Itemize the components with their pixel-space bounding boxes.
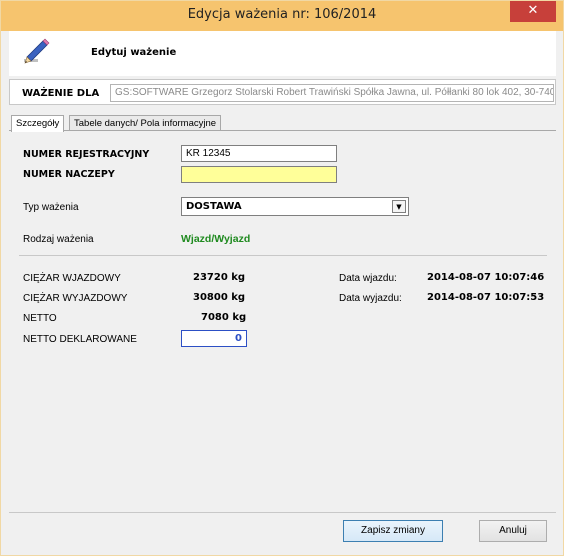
weighing-kind-label: Rodzaj ważenia [23, 234, 94, 245]
tab-details[interactable]: Szczegóły [11, 115, 65, 132]
weighing-type-label: Typ ważenia [23, 202, 79, 213]
exit-date-label: Data wyjazdu: [339, 293, 402, 304]
title-bar[interactable]: Edycja ważenia nr: 106/2014 ✕ [1, 1, 563, 31]
trailer-label: NUMER NACZEPY [23, 169, 115, 180]
exit-weight-label: CIĘŻAR WYJAZDOWY [23, 293, 128, 304]
exit-weight-value: 30800 kg [193, 292, 246, 303]
header-panel: Edytuj ważenie [9, 31, 556, 76]
footer-bar: Zapisz zmiany Anuluj [9, 512, 556, 548]
weighing-type-value: DOSTAWA [186, 201, 242, 212]
entry-date-label: Data wjazdu: [339, 273, 397, 284]
netto-declared-label: NETTO DEKLAROWANE [23, 334, 137, 345]
save-button[interactable]: Zapisz zmiany [343, 520, 443, 542]
details-tab-content: NUMER REJESTRACYJNY KR 12345 NUMER NACZE… [9, 130, 556, 510]
registration-label: NUMER REJESTRACYJNY [23, 149, 150, 160]
cancel-button[interactable]: Anuluj [479, 520, 547, 542]
exit-date-value: 2014-08-07 10:07:53 [427, 292, 545, 303]
entry-date-value: 2014-08-07 10:07:46 [427, 272, 545, 283]
window-title: Edycja ważenia nr: 106/2014 [187, 7, 377, 22]
netto-declared-field[interactable]: 0 [181, 330, 247, 347]
trailer-field[interactable] [181, 166, 337, 183]
netto-value: 7080 kg [201, 312, 247, 323]
edit-weighing-window: Edycja ważenia nr: 106/2014 ✕ Edytuj waż… [0, 0, 564, 556]
header-title: Edytuj ważenie [91, 47, 177, 58]
section-divider [19, 255, 547, 256]
tab-data-tables[interactable]: Tabele danych/ Pola informacyjne [69, 115, 222, 131]
tab-strip: Szczegóły Tabele danych/ Pola informacyj… [9, 115, 556, 132]
chevron-down-icon[interactable]: ▼ [392, 200, 406, 213]
close-button[interactable]: ✕ [510, 1, 556, 22]
weighing-for-field[interactable]: GS:SOFTWARE Grzegorz Stolarski Robert Tr… [110, 84, 554, 102]
weighing-kind-value: Wjazd/Wyjazd [181, 233, 251, 245]
weighing-type-select[interactable]: DOSTAWA ▼ [181, 197, 409, 216]
weighing-for-panel: WAŻENIE DLA GS:SOFTWARE Grzegorz Stolars… [9, 79, 556, 105]
entry-weight-label: CIĘŻAR WJAZDOWY [23, 273, 121, 284]
weighing-for-label: WAŻENIE DLA [22, 88, 100, 99]
registration-field[interactable]: KR 12345 [181, 145, 337, 162]
pencil-icon [24, 38, 50, 64]
entry-weight-value: 23720 kg [193, 272, 246, 283]
netto-label: NETTO [23, 313, 57, 324]
